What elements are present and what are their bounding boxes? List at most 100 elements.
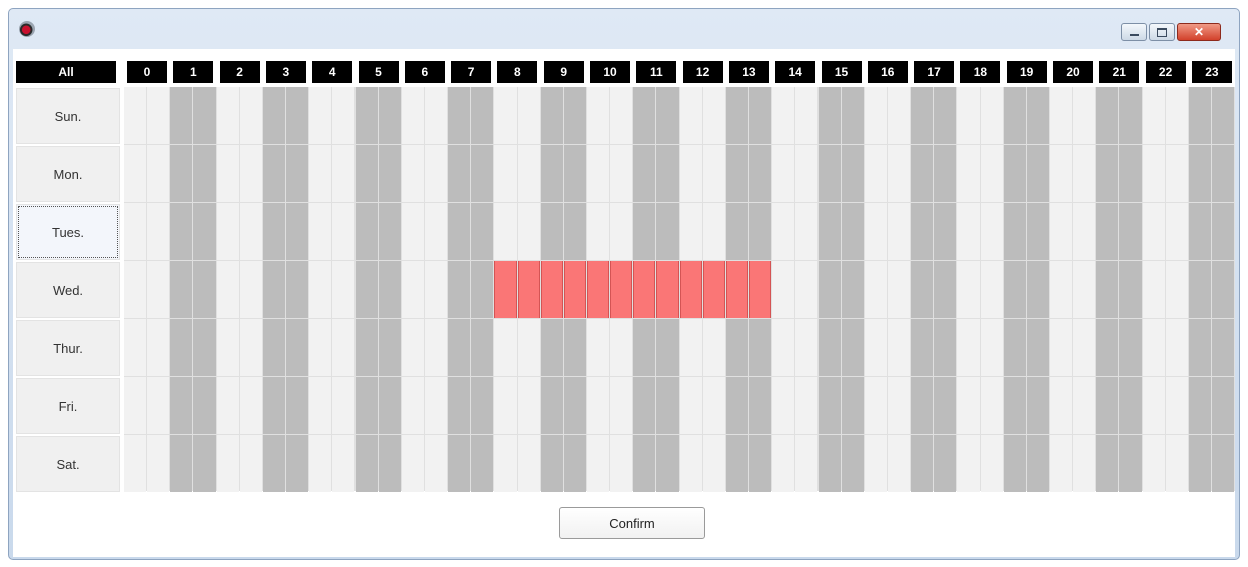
schedule-cell[interactable] — [795, 87, 818, 144]
schedule-cell[interactable] — [1119, 435, 1142, 492]
schedule-cell[interactable] — [864, 203, 887, 260]
schedule-cell[interactable] — [332, 377, 355, 434]
schedule-cell[interactable] — [1073, 145, 1096, 202]
schedule-cell[interactable] — [147, 377, 170, 434]
schedule-cell[interactable] — [147, 203, 170, 260]
schedule-cell[interactable] — [772, 377, 795, 434]
schedule-cell[interactable] — [239, 319, 262, 376]
schedule-cell[interactable] — [471, 377, 494, 434]
schedule-cell[interactable] — [1096, 203, 1119, 260]
hour-header-14[interactable]: 14 — [775, 61, 816, 83]
schedule-cell[interactable] — [911, 145, 934, 202]
schedule-cell[interactable] — [540, 145, 563, 202]
schedule-cell[interactable] — [1188, 377, 1212, 434]
maximize-button[interactable] — [1149, 23, 1175, 41]
schedule-cell[interactable] — [633, 203, 656, 260]
schedule-cell[interactable] — [471, 435, 494, 492]
schedule-cell[interactable] — [494, 435, 517, 492]
schedule-cell[interactable] — [1119, 377, 1142, 434]
day-button-thur[interactable]: Thur. — [16, 320, 120, 376]
schedule-cell[interactable] — [1165, 87, 1188, 144]
schedule-cell[interactable] — [1188, 145, 1212, 202]
schedule-cell[interactable] — [911, 377, 934, 434]
schedule-cell[interactable] — [633, 377, 656, 434]
schedule-cell[interactable] — [216, 435, 239, 492]
schedule-cell[interactable] — [749, 377, 772, 434]
schedule-cell[interactable] — [702, 319, 725, 376]
schedule-cell[interactable] — [563, 203, 586, 260]
schedule-cell[interactable] — [355, 319, 378, 376]
schedule-cell[interactable] — [216, 87, 239, 144]
schedule-cell[interactable] — [262, 145, 286, 202]
schedule-cell[interactable] — [1165, 203, 1188, 260]
schedule-cell[interactable] — [911, 261, 934, 318]
schedule-cell[interactable] — [795, 261, 818, 318]
schedule-cell[interactable] — [378, 435, 401, 492]
schedule-cell[interactable] — [1026, 319, 1049, 376]
schedule-cell[interactable] — [934, 203, 957, 260]
schedule-cell[interactable] — [378, 87, 401, 144]
schedule-cell[interactable] — [656, 319, 679, 376]
schedule-cell[interactable] — [471, 203, 494, 260]
schedule-cell-selected[interactable] — [749, 261, 772, 318]
schedule-cell[interactable] — [378, 377, 401, 434]
schedule-cell[interactable] — [1050, 87, 1073, 144]
schedule-cell-selected[interactable] — [702, 261, 725, 318]
schedule-cell[interactable] — [1188, 261, 1212, 318]
schedule-cell[interactable] — [563, 145, 586, 202]
hour-header-22[interactable]: 22 — [1145, 61, 1186, 83]
schedule-cell[interactable] — [239, 377, 262, 434]
schedule-cell[interactable] — [216, 261, 239, 318]
select-all-button[interactable]: All — [16, 61, 116, 83]
schedule-cell[interactable] — [1212, 203, 1235, 260]
day-button-sun[interactable]: Sun. — [16, 88, 120, 144]
schedule-cell[interactable] — [725, 203, 749, 260]
schedule-cell[interactable] — [610, 203, 633, 260]
hour-header-15[interactable]: 15 — [821, 61, 862, 83]
schedule-cell[interactable] — [887, 319, 911, 376]
hour-header-18[interactable]: 18 — [960, 61, 1001, 83]
schedule-cell[interactable] — [517, 377, 540, 434]
schedule-cell[interactable] — [887, 377, 911, 434]
schedule-cell[interactable] — [1003, 377, 1026, 434]
schedule-cell[interactable] — [795, 435, 818, 492]
schedule-cell[interactable] — [517, 319, 540, 376]
schedule-cell[interactable] — [656, 435, 679, 492]
hour-header-20[interactable]: 20 — [1053, 61, 1093, 83]
schedule-cell[interactable] — [355, 87, 378, 144]
schedule-cell[interactable] — [725, 145, 749, 202]
schedule-cell[interactable] — [957, 145, 980, 202]
schedule-cell[interactable] — [286, 261, 309, 318]
schedule-cell[interactable] — [887, 261, 911, 318]
hour-header-3[interactable]: 3 — [265, 61, 306, 83]
schedule-cell[interactable] — [540, 319, 563, 376]
schedule-cell[interactable] — [517, 203, 540, 260]
schedule-cell[interactable] — [424, 203, 448, 260]
schedule-cell[interactable] — [1026, 435, 1049, 492]
schedule-cell[interactable] — [795, 377, 818, 434]
schedule-cell[interactable] — [170, 87, 193, 144]
schedule-cell[interactable] — [864, 377, 887, 434]
schedule-cell[interactable] — [262, 261, 286, 318]
schedule-cell[interactable] — [795, 319, 818, 376]
schedule-cell[interactable] — [772, 319, 795, 376]
schedule-cell[interactable] — [1188, 87, 1212, 144]
schedule-cell[interactable] — [378, 203, 401, 260]
schedule-cell[interactable] — [864, 319, 887, 376]
schedule-cell[interactable] — [286, 435, 309, 492]
hour-header-6[interactable]: 6 — [404, 61, 445, 83]
schedule-cell[interactable] — [1142, 377, 1165, 434]
schedule-cell[interactable] — [818, 87, 841, 144]
schedule-cell[interactable] — [262, 377, 286, 434]
schedule-cell-selected[interactable] — [679, 261, 702, 318]
schedule-cell[interactable] — [841, 203, 864, 260]
schedule-cell[interactable] — [1073, 435, 1096, 492]
schedule-cell[interactable] — [772, 203, 795, 260]
schedule-cell[interactable] — [772, 261, 795, 318]
schedule-cell[interactable] — [1026, 377, 1049, 434]
schedule-cell[interactable] — [401, 203, 424, 260]
schedule-cell[interactable] — [1142, 87, 1165, 144]
schedule-cell[interactable] — [725, 377, 749, 434]
schedule-cell[interactable] — [1050, 319, 1073, 376]
schedule-cell[interactable] — [517, 145, 540, 202]
